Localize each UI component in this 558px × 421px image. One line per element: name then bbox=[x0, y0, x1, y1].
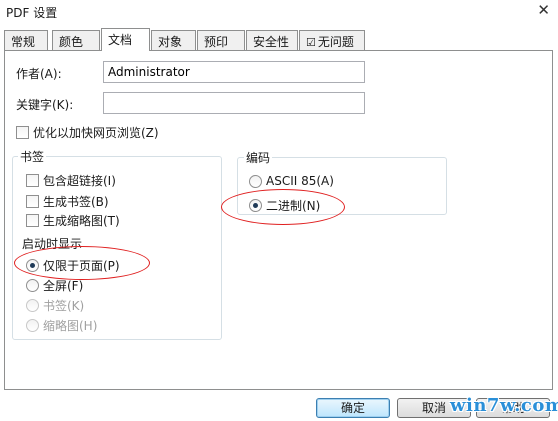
bookmarks-group-title: 书签 bbox=[18, 148, 47, 165]
generate-thumbnails-checkbox[interactable]: 生成缩略图(T) bbox=[26, 212, 120, 229]
tab-label: 颜色 bbox=[59, 35, 84, 49]
title-bar: PDF 设置 ✕ bbox=[0, 0, 558, 22]
radio-button bbox=[26, 319, 39, 332]
tab-no-problems[interactable]: ☑ 无问题 bbox=[299, 30, 365, 50]
fullscreen-label: 全屏(F) bbox=[43, 279, 84, 293]
ascii85-label: ASCII 85(A) bbox=[266, 174, 334, 188]
keywords-label: 关键字(K): bbox=[16, 98, 74, 112]
thumbnails-radio: 缩略图(H) bbox=[26, 317, 97, 334]
radio-button[interactable] bbox=[26, 279, 39, 292]
tab-label: 预印 bbox=[204, 35, 229, 49]
checkbox-box[interactable] bbox=[16, 126, 29, 139]
tab-label: 对象 bbox=[158, 35, 183, 49]
keywords-input[interactable] bbox=[103, 92, 365, 114]
fullscreen-radio[interactable]: 全屏(F) bbox=[26, 277, 83, 294]
page-only-label: 仅限于页面(P) bbox=[43, 259, 120, 273]
radio-button[interactable] bbox=[26, 259, 39, 272]
bookmarks-radio-label: 书签(K) bbox=[43, 299, 85, 313]
tab-security[interactable]: 安全性 bbox=[246, 30, 298, 50]
tab-color[interactable]: 颜色 bbox=[52, 30, 100, 50]
bookmarks-radio: 书签(K) bbox=[26, 297, 84, 314]
ok-button[interactable]: 确定 bbox=[316, 398, 390, 418]
checkbox-box[interactable] bbox=[26, 174, 39, 187]
tab-label: 文档 bbox=[108, 33, 133, 47]
author-label: 作者(A): bbox=[16, 67, 62, 81]
optimize-web-checkbox[interactable]: 优化以加快网页浏览(Z) bbox=[16, 124, 159, 141]
encoding-group-title: 编码 bbox=[244, 149, 273, 166]
radio-button[interactable] bbox=[249, 199, 262, 212]
checkbox-box[interactable] bbox=[26, 214, 39, 227]
generate-bookmarks-checkbox[interactable]: 生成书签(B) bbox=[26, 193, 109, 210]
include-hyperlinks-label: 包含超链接(I) bbox=[43, 174, 116, 188]
optimize-web-label: 优化以加快网页浏览(Z) bbox=[33, 126, 159, 140]
generate-thumbnails-label: 生成缩略图(T) bbox=[43, 214, 120, 228]
tab-label: 无问题 bbox=[317, 35, 354, 49]
checklist-icon: ☑ bbox=[306, 36, 316, 49]
tab-document[interactable]: 文档 bbox=[101, 28, 150, 51]
checkbox-box[interactable] bbox=[26, 195, 39, 208]
close-icon[interactable]: ✕ bbox=[537, 1, 550, 19]
binary-label: 二进制(N) bbox=[266, 199, 321, 213]
tab-objects[interactable]: 对象 bbox=[151, 30, 196, 50]
window-title: PDF 设置 bbox=[6, 6, 58, 20]
thumbnails-radio-label: 缩略图(H) bbox=[43, 319, 98, 333]
tab-preprint[interactable]: 预印 bbox=[197, 30, 245, 50]
tab-label: 安全性 bbox=[253, 35, 290, 49]
tab-general[interactable]: 常规 bbox=[4, 30, 48, 50]
include-hyperlinks-checkbox[interactable]: 包含超链接(I) bbox=[26, 172, 116, 189]
startup-display-label: 启动时显示 bbox=[22, 237, 83, 251]
binary-radio[interactable]: 二进制(N) bbox=[249, 197, 320, 214]
generate-bookmarks-label: 生成书签(B) bbox=[43, 195, 109, 209]
ascii85-radio[interactable]: ASCII 85(A) bbox=[249, 174, 334, 188]
radio-button bbox=[26, 299, 39, 312]
tab-label: 常规 bbox=[11, 35, 36, 49]
page-only-radio[interactable]: 仅限于页面(P) bbox=[26, 257, 120, 274]
author-input[interactable] bbox=[103, 61, 365, 83]
watermark-logo: win7w.com bbox=[450, 395, 558, 416]
radio-button[interactable] bbox=[249, 174, 262, 188]
